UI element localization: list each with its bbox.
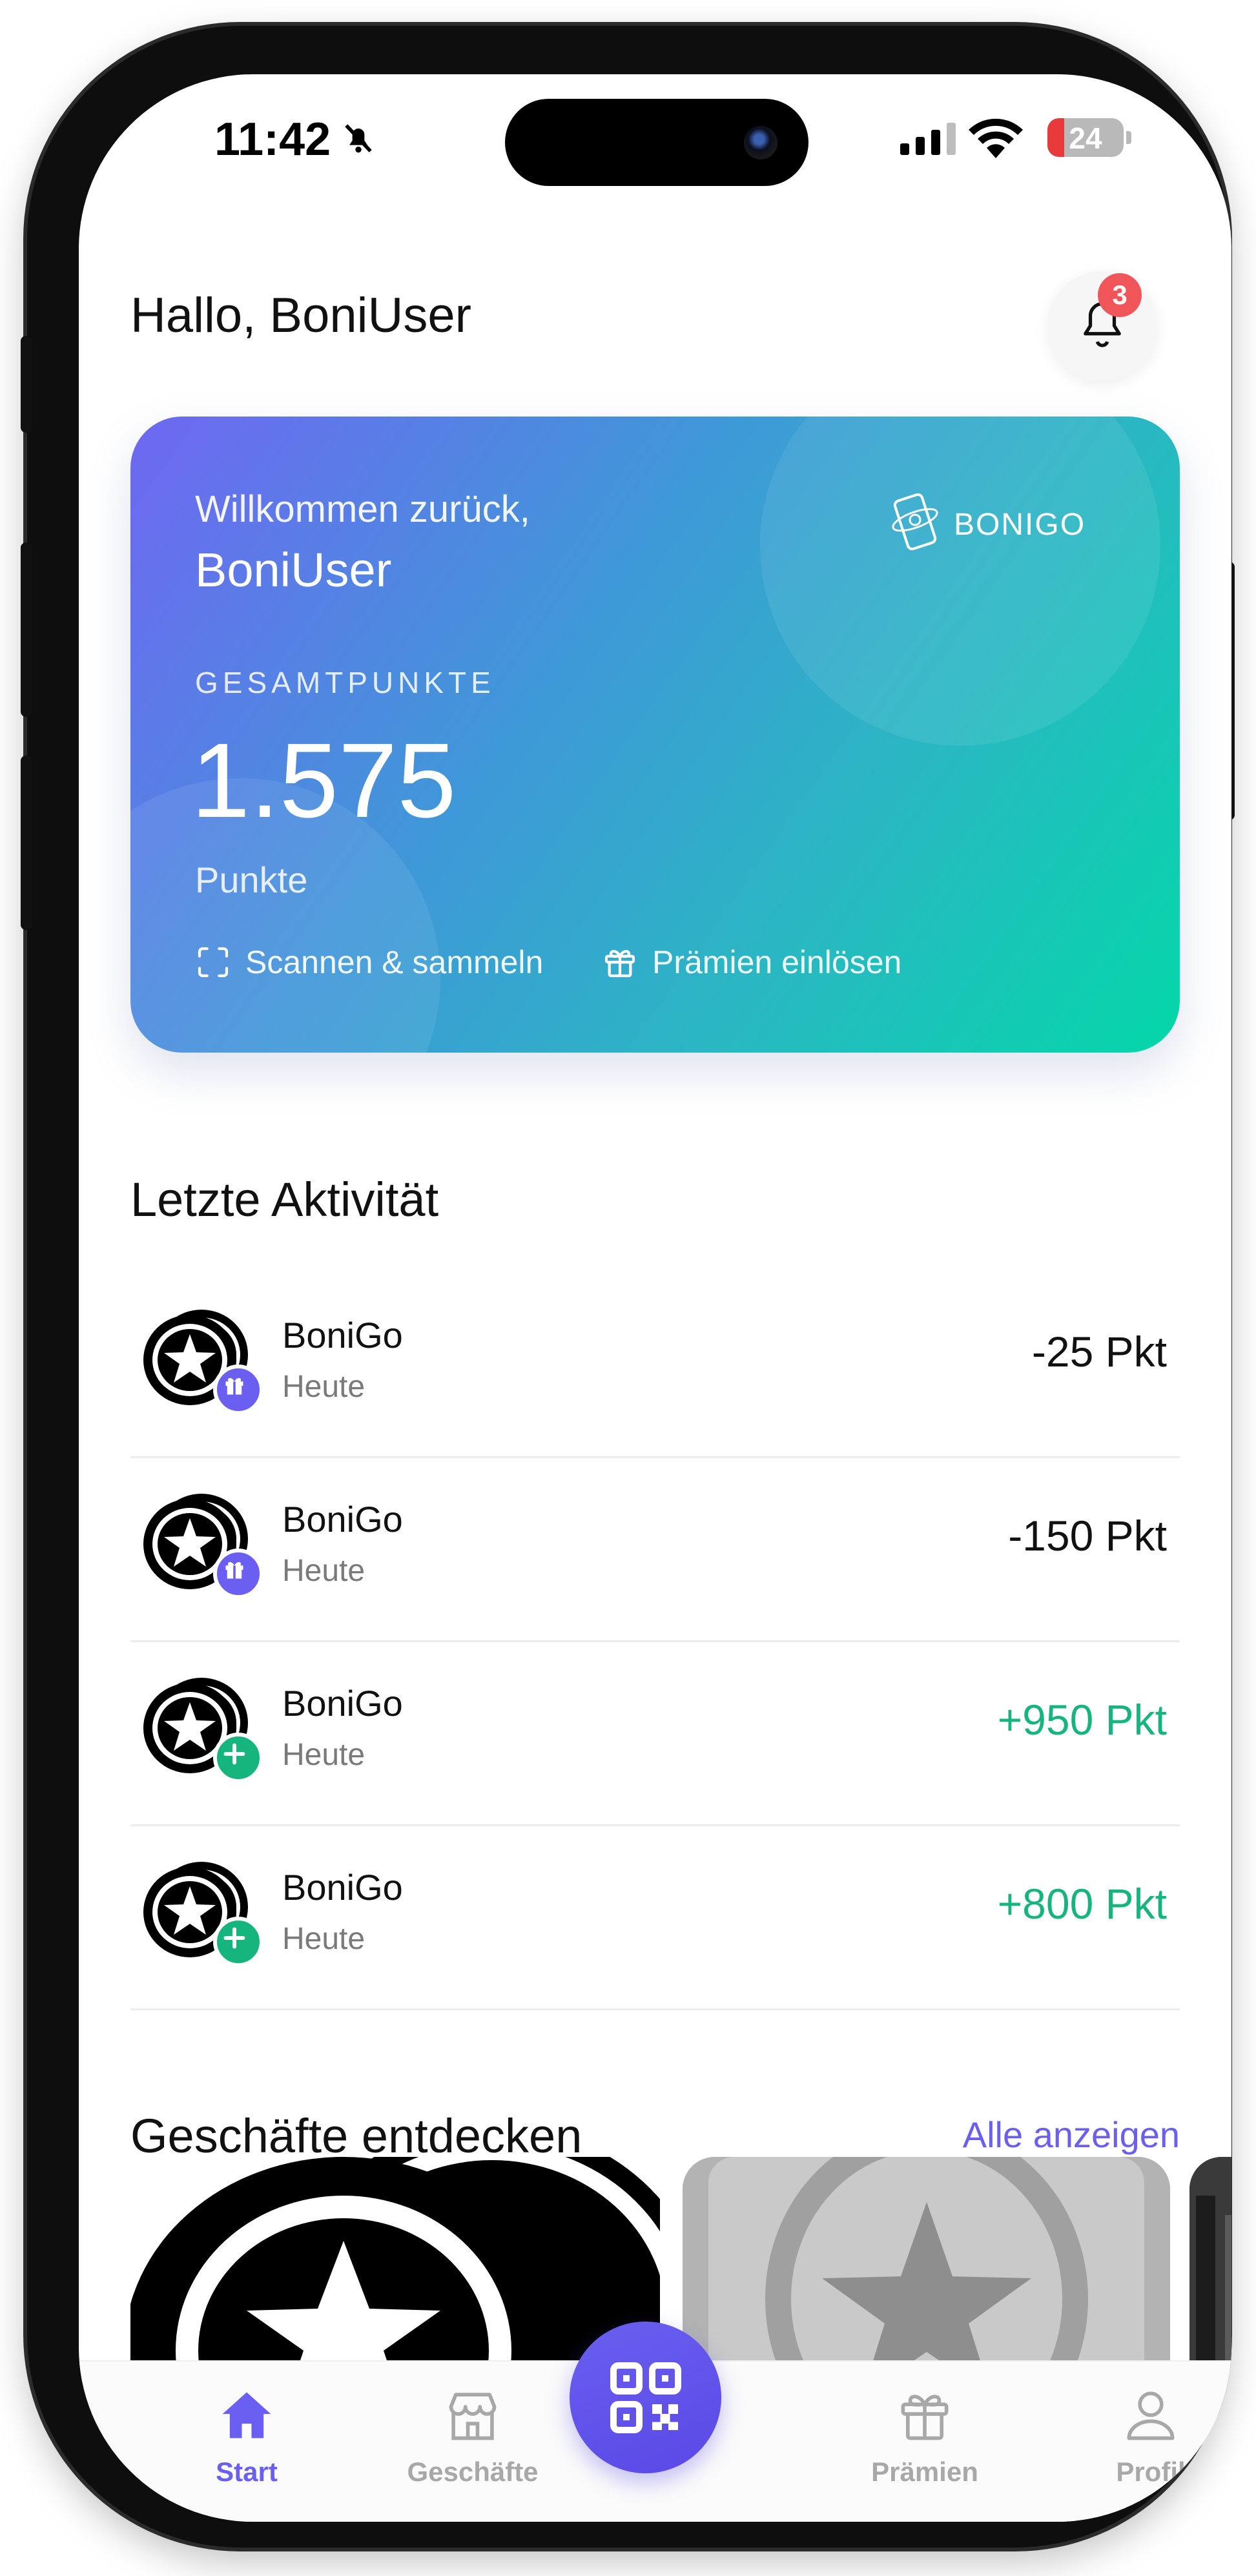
battery-tip: [1126, 131, 1131, 144]
activity-points: -150 Pkt: [1008, 1512, 1167, 1560]
redeem-gift-icon: [213, 1549, 263, 1599]
camera-icon: [744, 126, 777, 160]
scan-collect-action[interactable]: Scannen & sammeln: [195, 943, 543, 982]
silent-bell-icon: [340, 119, 376, 159]
scan-collect-label: Scannen & sammeln: [245, 944, 544, 980]
redeem-gift-icon: [213, 1365, 263, 1415]
activity-row[interactable]: BoniGo Heute -25 Pkt: [130, 1275, 1180, 1458]
activity-points: +950 Pkt: [997, 1696, 1167, 1744]
activity-section-title: Letzte Aktivität: [130, 1173, 439, 1226]
total-points-label: GESAMTPUNKTE: [195, 666, 495, 699]
earn-plus-icon: [213, 1917, 263, 1967]
tab-profile-label: Profil: [1116, 2457, 1186, 2487]
redeem-rewards-action[interactable]: Prämien einlösen: [602, 943, 901, 982]
see-all-shops-link[interactable]: Alle anzeigen: [963, 2114, 1180, 2156]
home-icon: [222, 2392, 271, 2438]
brand-name: BONIGO: [954, 508, 1086, 542]
tab-shops-label: Geschäfte: [407, 2457, 539, 2487]
activity-shop-name: BoniGo: [282, 1499, 403, 1540]
store-icon: [449, 2393, 497, 2440]
activity-row[interactable]: BoniGo Heute +800 Pkt: [130, 1828, 1180, 2010]
activity-date: Heute: [282, 1922, 365, 1956]
scan-frame-icon: [198, 947, 229, 978]
activity-date: Heute: [282, 1738, 365, 1772]
card-username: BoniUser: [195, 543, 392, 597]
gift-icon: [901, 2395, 949, 2440]
action-button: [21, 336, 32, 433]
phone-frame: 11:42 24 Hallo, BoniUser 3 Willkommen zu…: [21, 26, 1235, 2548]
activity-date: Heute: [282, 1370, 365, 1404]
greeting-title: Hallo, BoniUser: [130, 288, 471, 343]
activity-row[interactable]: BoniGo Heute +950 Pkt: [130, 1643, 1180, 1826]
activity-shop-name: BoniGo: [282, 1867, 403, 1908]
activity-shop-name: BoniGo: [282, 1683, 403, 1724]
notification-badge: 3: [1098, 273, 1142, 317]
volume-down-button: [21, 756, 32, 930]
tab-profile[interactable]: Profil: [1073, 2387, 1228, 2488]
battery-indicator: 24: [1047, 118, 1124, 157]
tab-start[interactable]: Start: [169, 2387, 324, 2488]
wifi-icon: [969, 118, 1023, 161]
earn-plus-icon: [213, 1733, 263, 1783]
tab-shops[interactable]: Geschäfte: [395, 2387, 550, 2488]
volume-up-button: [21, 542, 32, 717]
dynamic-island: [505, 99, 808, 186]
redeem-rewards-label: Prämien einlösen: [652, 944, 902, 980]
tab-rewards[interactable]: Prämien: [847, 2387, 1002, 2488]
total-points-value: 1.575: [191, 721, 457, 840]
app-screen: 11:42 24 Hallo, BoniUser 3 Willkommen zu…: [79, 74, 1231, 2522]
shops-section-title: Geschäfte entdecken: [130, 2109, 582, 2163]
qr-code-icon: [610, 2362, 681, 2433]
activity-shop-name: BoniGo: [282, 1315, 403, 1355]
activity-points: -25 Pkt: [1031, 1328, 1167, 1376]
activity-row[interactable]: BoniGo Heute -150 Pkt: [130, 1459, 1180, 1642]
points-unit: Punkte: [195, 860, 308, 900]
welcome-text: Willkommen zurück,: [195, 488, 530, 530]
activity-date: Heute: [282, 1554, 365, 1588]
battery-level: 24: [1069, 121, 1102, 155]
points-card: Willkommen zurück, BoniUser BONIGO GESAM…: [130, 417, 1180, 1053]
tab-rewards-label: Prämien: [871, 2457, 978, 2487]
status-time: 11:42: [214, 114, 331, 165]
cellular-signal-icon: [900, 123, 958, 158]
qr-scan-button[interactable]: [570, 2322, 721, 2473]
gift-icon: [604, 950, 635, 978]
tab-start-label: Start: [216, 2457, 278, 2487]
activity-points: +800 Pkt: [997, 1880, 1167, 1928]
user-icon: [1127, 2391, 1175, 2440]
